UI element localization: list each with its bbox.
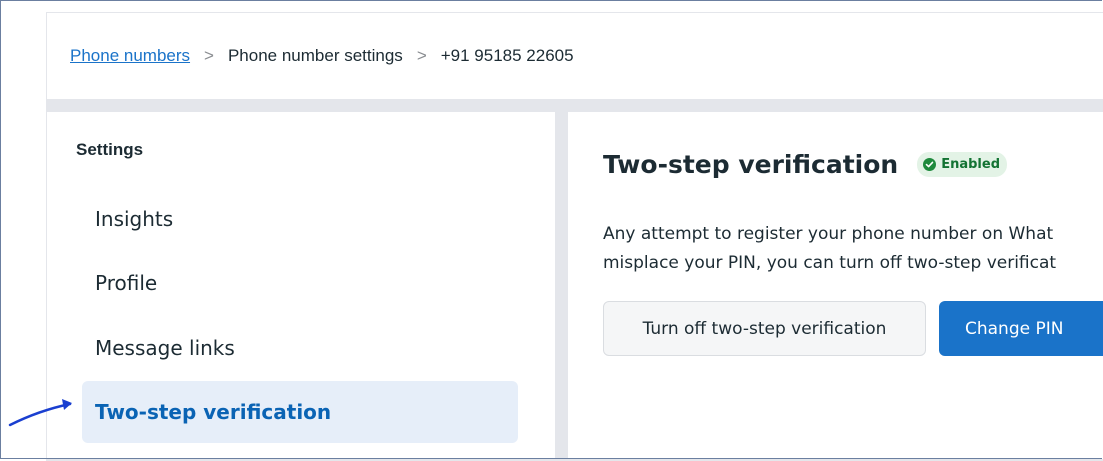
sidebar-item-label: Insights xyxy=(95,207,174,231)
status-badge-label: Enabled xyxy=(941,157,1000,172)
sidebar-item-label: Profile xyxy=(95,271,158,295)
check-circle-icon xyxy=(923,158,937,171)
description-line-2: misplace your PIN, you can turn off two-… xyxy=(603,253,1057,273)
sidebar-item-profile[interactable]: Profile xyxy=(82,252,518,314)
breadcrumb: Phone numbers > Phone number settings > … xyxy=(47,13,1103,99)
description: Any attempt to register your phone numbe… xyxy=(603,220,1103,278)
sidebar-item-message-links[interactable]: Message links xyxy=(82,317,518,379)
breadcrumb-phone-numbers-link[interactable]: Phone numbers xyxy=(70,46,190,66)
status-badge: Enabled xyxy=(917,152,1007,177)
change-pin-button[interactable]: Change PIN xyxy=(939,301,1103,356)
sidebar-item-label: Message links xyxy=(95,336,235,360)
breadcrumb-phone-number-settings: Phone number settings xyxy=(227,46,403,65)
annotation-arrow-icon xyxy=(8,399,72,427)
page-root: Phone numbers > Phone number settings > … xyxy=(2,2,1103,461)
main-panel: Two-step verification Enabled Any attemp… xyxy=(568,112,1103,459)
description-line-1: Any attempt to register your phone numbe… xyxy=(603,224,1054,244)
title-row: Two-step verification Enabled xyxy=(603,150,1007,179)
page-title: Two-step verification xyxy=(603,150,899,179)
sidebar-heading: Settings xyxy=(76,140,144,159)
chevron-right-icon: > xyxy=(204,46,214,65)
breadcrumb-phone-number: +91 95185 22605 xyxy=(440,46,574,65)
settings-sidebar: Settings Insights Profile Message links … xyxy=(47,112,555,459)
chevron-right-icon: > xyxy=(416,46,427,65)
turn-off-two-step-button[interactable]: Turn off two-step verification xyxy=(603,301,926,356)
sidebar-item-label: Two-step verification xyxy=(95,400,332,424)
sidebar-item-insights[interactable]: Insights xyxy=(82,188,518,250)
sidebar-item-two-step-verification[interactable]: Two-step verification xyxy=(82,381,518,443)
